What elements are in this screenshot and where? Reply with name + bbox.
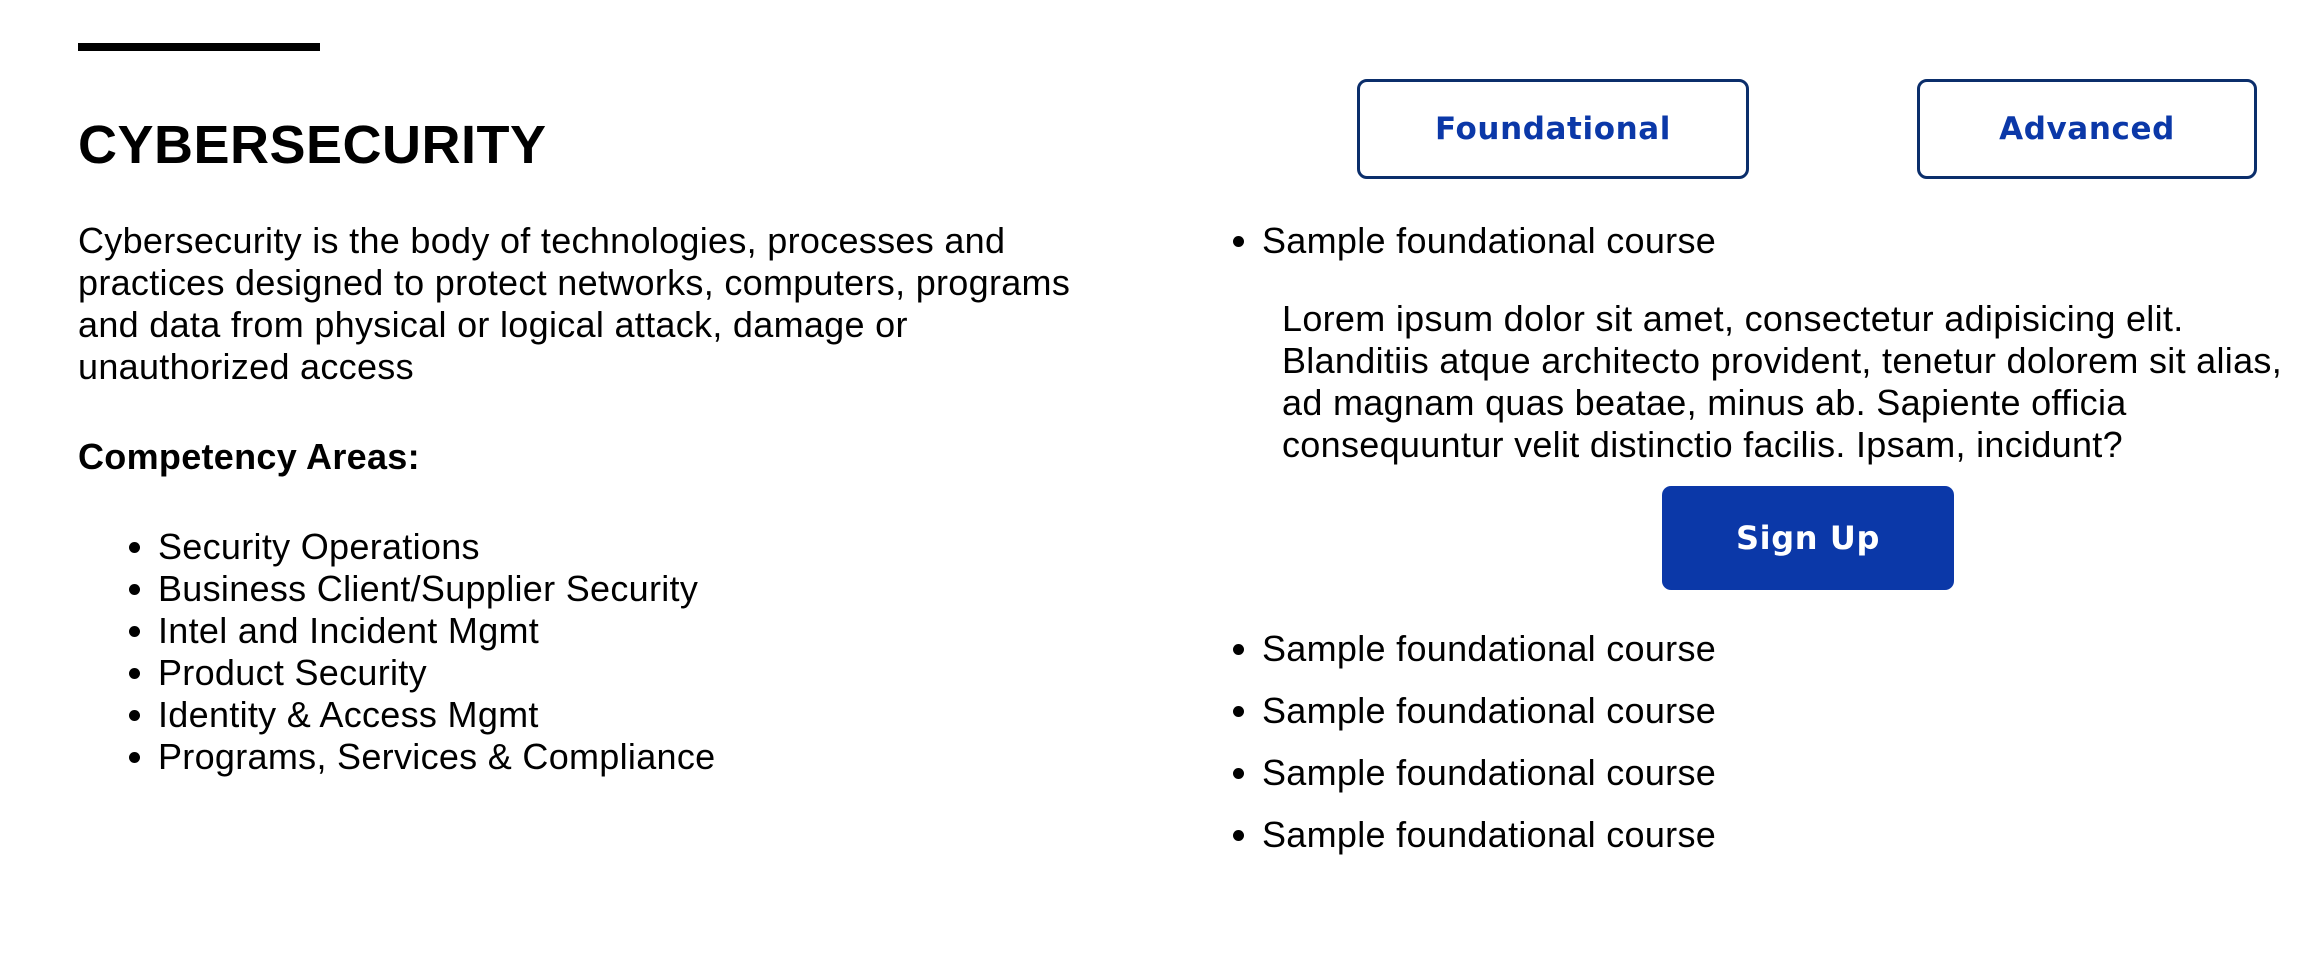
title-accent-rule <box>78 43 320 51</box>
competency-item-business-client-supplier-security: Business Client/Supplier Security <box>158 568 716 610</box>
competency-item-intel-incident-mgmt: Intel and Incident Mgmt <box>158 610 716 652</box>
course-item-expanded[interactable]: Sample foundational course <box>1262 220 2302 262</box>
sign-up-button[interactable]: Sign Up <box>1662 486 1954 590</box>
course-item[interactable]: Sample foundational course <box>1262 628 2302 670</box>
course-item[interactable]: Sample foundational course <box>1262 690 2302 732</box>
competency-heading: Competency Areas: <box>78 436 420 477</box>
course-item[interactable]: Sample foundational course <box>1262 752 2302 794</box>
competency-item-programs-services-compliance: Programs, Services & Compliance <box>158 736 716 778</box>
page-description: Cybersecurity is the body of technologie… <box>78 220 1071 387</box>
tab-foundational[interactable]: Foundational <box>1357 79 1749 179</box>
course-title[interactable]: Sample foundational course <box>1262 220 1716 261</box>
competency-item-identity-access-mgmt: Identity & Access Mgmt <box>158 694 716 736</box>
signup-wrap: Sign Up <box>1662 486 2302 590</box>
course-item[interactable]: Sample foundational course <box>1262 814 2302 856</box>
course-list-collapsed: Sample foundational course Sample founda… <box>1262 628 2302 856</box>
competency-list: Security Operations Business Client/Supp… <box>78 526 716 778</box>
competency-item-security-operations: Security Operations <box>158 526 716 568</box>
page-title: CYBERSECURITY <box>78 115 547 175</box>
competency-item-product-security: Product Security <box>158 652 716 694</box>
course-description: Lorem ipsum dolor sit amet, consectetur … <box>1282 298 2283 465</box>
course-list: Sample foundational course Lorem ipsum d… <box>1222 220 2302 856</box>
tab-advanced[interactable]: Advanced <box>1917 79 2257 179</box>
course-list-expanded: Sample foundational course <box>1262 220 2302 262</box>
